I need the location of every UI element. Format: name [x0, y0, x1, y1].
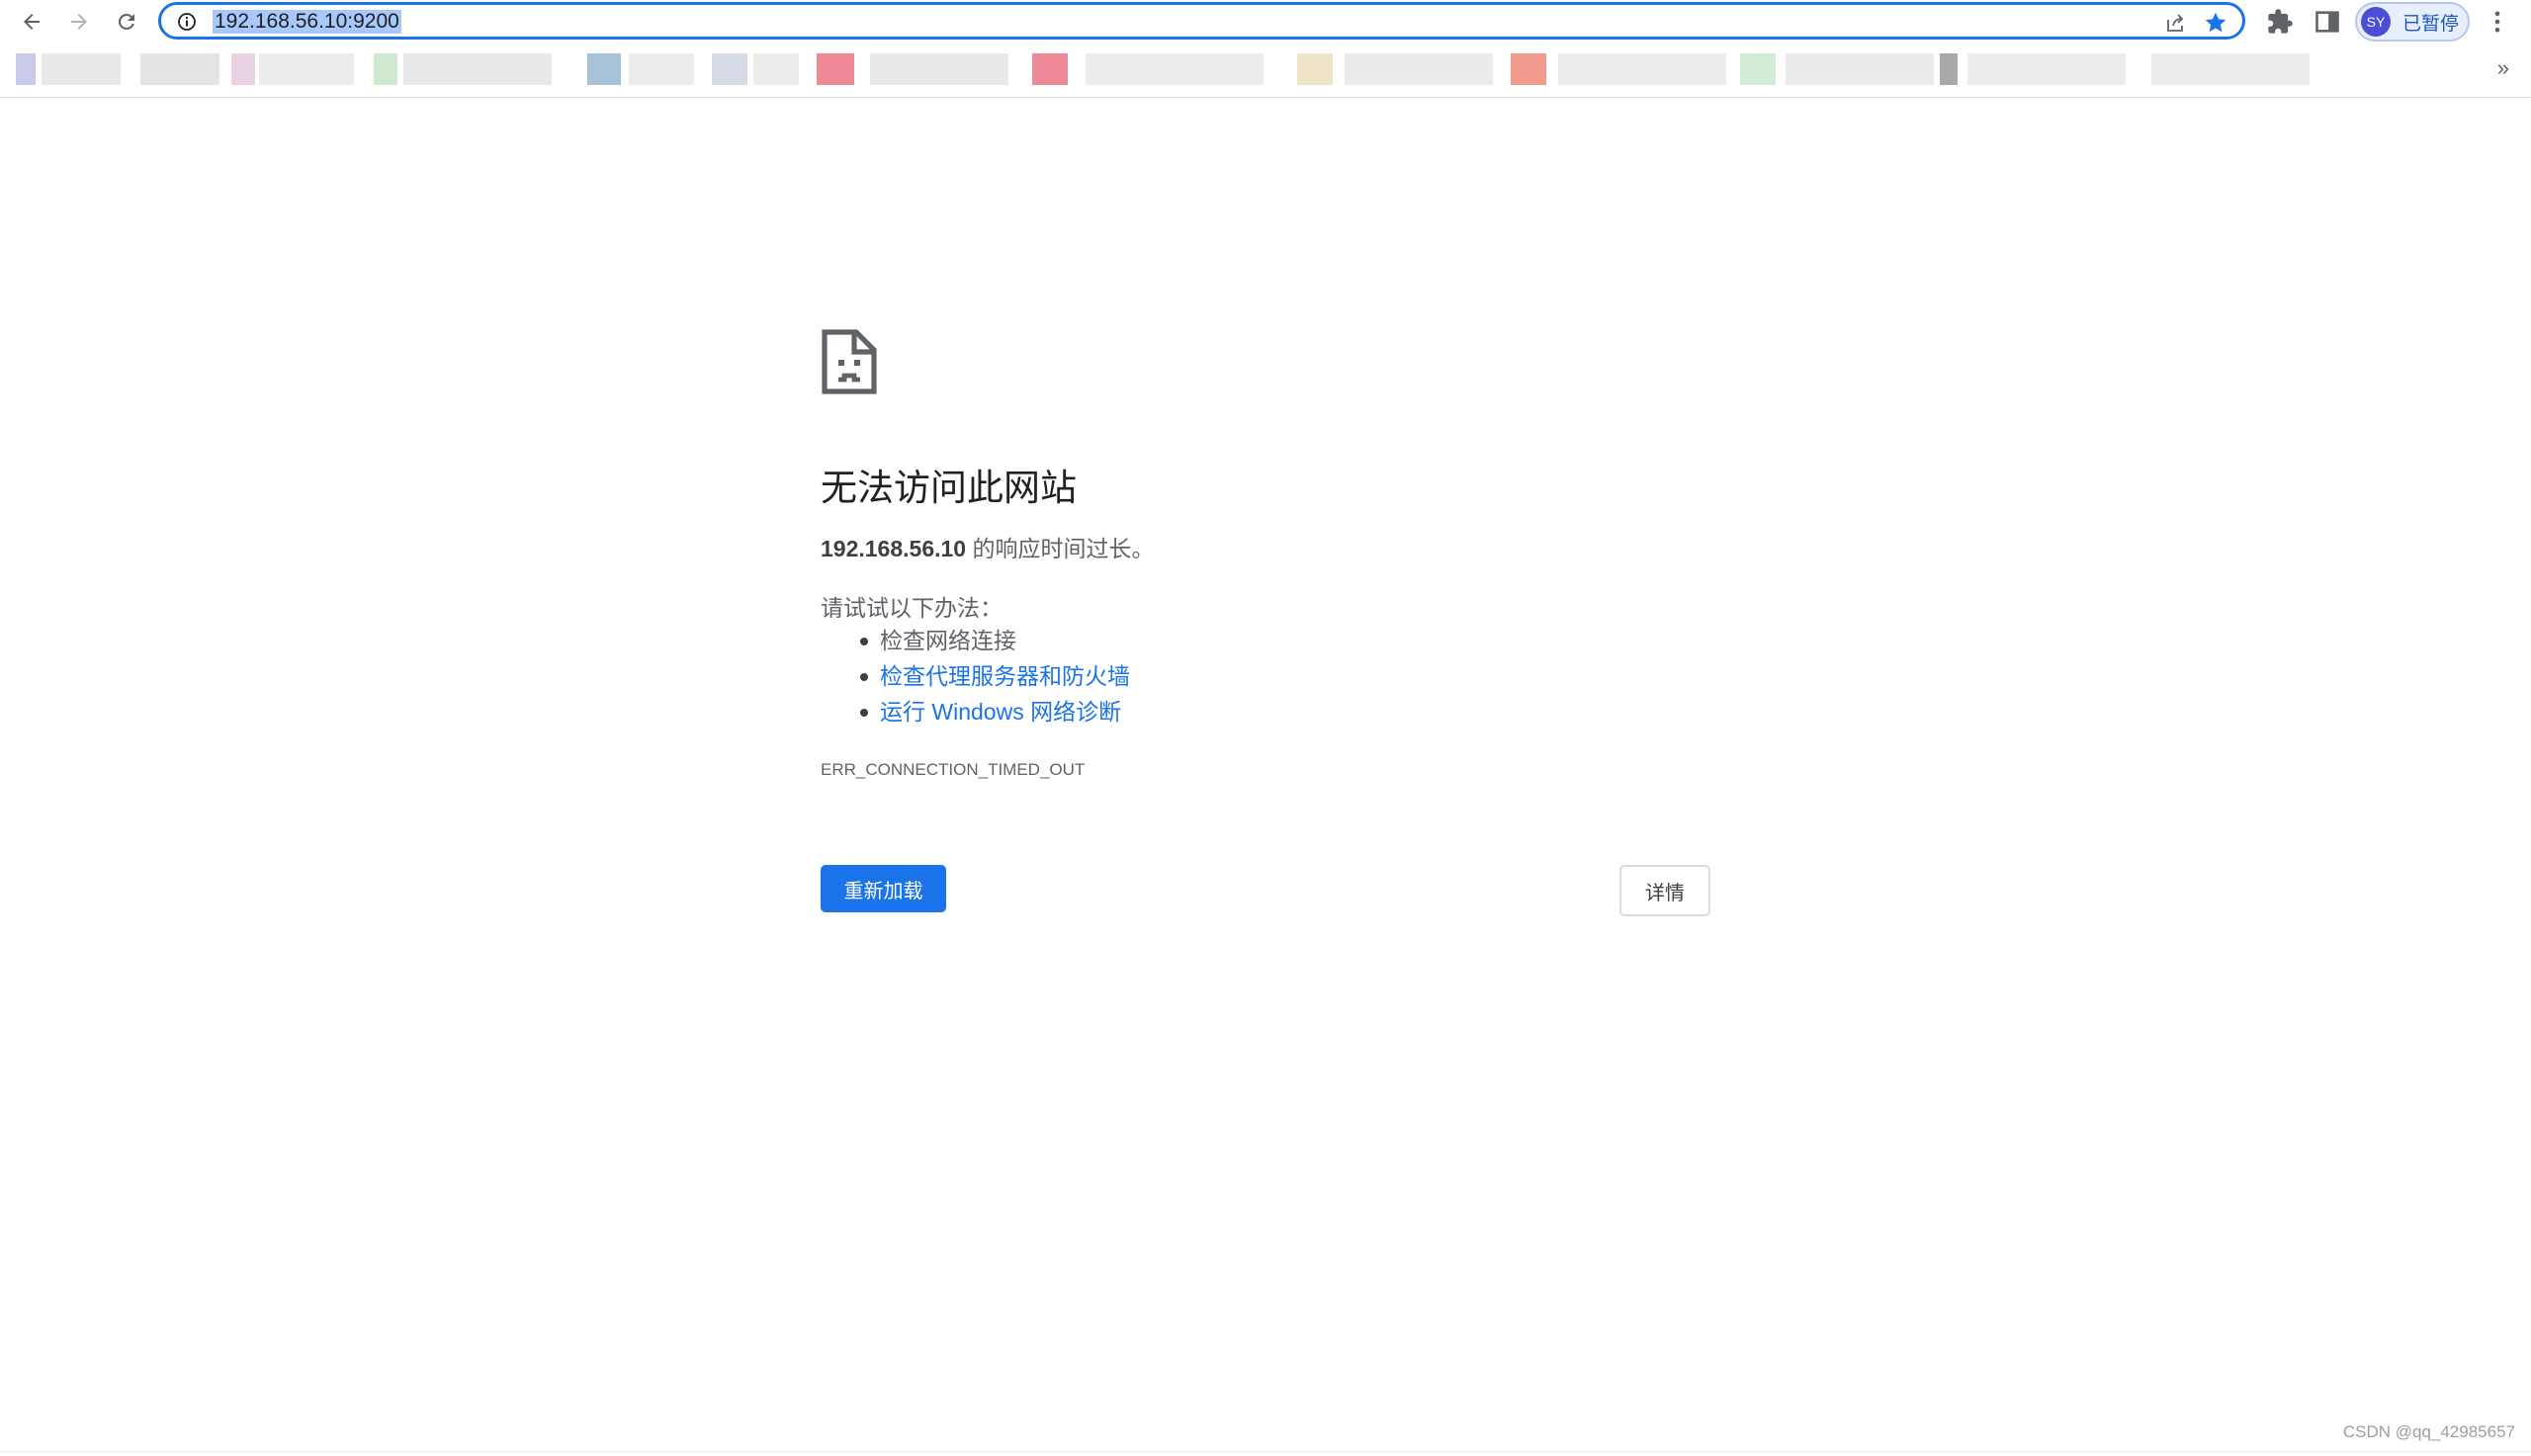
suggestion-run-diagnostics-link[interactable]: 运行 Windows 网络诊断 — [860, 694, 1130, 729]
bookmark-item[interactable] — [753, 53, 799, 85]
bookmark-item[interactable] — [1558, 53, 1726, 85]
error-code: ERR_CONNECTION_TIMED_OUT — [821, 760, 1086, 779]
forward-button[interactable] — [61, 4, 97, 40]
error-page: 无法访问此网站 192.168.56.10 的响应时间过长。 请试试以下办法： … — [0, 98, 2531, 1456]
back-button[interactable] — [14, 4, 49, 40]
reload-button[interactable]: 重新加载 — [821, 865, 946, 912]
bookmark-item[interactable] — [587, 53, 621, 85]
back-arrow-icon — [24, 14, 40, 30]
divider — [0, 1451, 2531, 1452]
bookmark-item[interactable] — [42, 53, 121, 85]
bookmark-item[interactable] — [817, 53, 854, 85]
sad-page-icon — [822, 329, 877, 394]
bookmark-item[interactable] — [1297, 53, 1333, 85]
error-heading: 无法访问此网站 — [821, 468, 1077, 508]
share-icon[interactable] — [2163, 11, 2187, 35]
bookmark-item[interactable] — [1086, 53, 1264, 85]
bookmark-item[interactable] — [374, 53, 397, 85]
bookmark-item[interactable] — [1511, 53, 1546, 85]
bookmark-item[interactable] — [629, 53, 694, 85]
bookmark-item[interactable] — [231, 53, 255, 85]
browser-chrome: 192.168.56.10:9200 SY 已暂停 » — [0, 0, 2531, 98]
bookmark-item[interactable] — [259, 53, 354, 85]
reload-page-button[interactable] — [109, 4, 144, 40]
bookmarks-overflow-chevron[interactable]: » — [2497, 55, 2509, 81]
bookmark-item[interactable] — [1967, 53, 2126, 85]
profile-button[interactable]: SY 已暂停 — [2355, 2, 2470, 42]
bookmark-item[interactable] — [1032, 53, 1068, 85]
suggestion-check-proxy-link[interactable]: 检查代理服务器和防火墙 — [860, 658, 1130, 694]
bookmark-item[interactable] — [1940, 53, 1958, 85]
bookmark-item[interactable] — [140, 53, 219, 85]
bookmark-item[interactable] — [712, 53, 747, 85]
suggestion-check-connection: 检查网络连接 — [860, 623, 1130, 658]
bookmark-item[interactable] — [1740, 53, 1776, 85]
browser-toolbar: 192.168.56.10:9200 SY 已暂停 — [0, 0, 2531, 45]
suggestions-list: 检查网络连接 检查代理服务器和防火墙 运行 Windows 网络诊断 — [821, 623, 1130, 729]
more-menu-icon[interactable] — [2484, 8, 2511, 36]
profile-status-label: 已暂停 — [2402, 13, 2460, 35]
bookmarks-bar: » — [0, 47, 2531, 93]
url-text[interactable]: 192.168.56.10:9200 — [213, 10, 401, 34]
bookmark-star-icon[interactable] — [2203, 10, 2228, 36]
extensions-puzzle-icon[interactable] — [2266, 8, 2294, 36]
bookmark-item[interactable] — [1345, 53, 1493, 85]
avatar: SY — [2361, 7, 2391, 37]
bookmark-item[interactable] — [16, 53, 36, 85]
error-summary-text: 的响应时间过长。 — [966, 536, 1155, 561]
details-button[interactable]: 详情 — [1619, 865, 1710, 916]
forward-arrow-icon — [71, 14, 87, 30]
site-info-icon[interactable] — [177, 12, 197, 32]
bookmark-item[interactable] — [2151, 53, 2310, 85]
error-host: 192.168.56.10 — [821, 536, 967, 561]
watermark: CSDN @qq_42985657 — [2342, 1422, 2515, 1441]
suggestions-heading: 请试试以下办法： — [821, 595, 1003, 621]
bookmark-item[interactable] — [870, 53, 1008, 85]
reload-icon — [118, 13, 134, 30]
bookmark-item[interactable] — [1786, 53, 1934, 85]
bookmark-item[interactable] — [403, 53, 552, 85]
error-summary: 192.168.56.10 的响应时间过长。 — [821, 530, 1154, 563]
address-bar[interactable]: 192.168.56.10:9200 — [158, 2, 2245, 40]
side-panel-icon[interactable] — [2313, 8, 2341, 36]
